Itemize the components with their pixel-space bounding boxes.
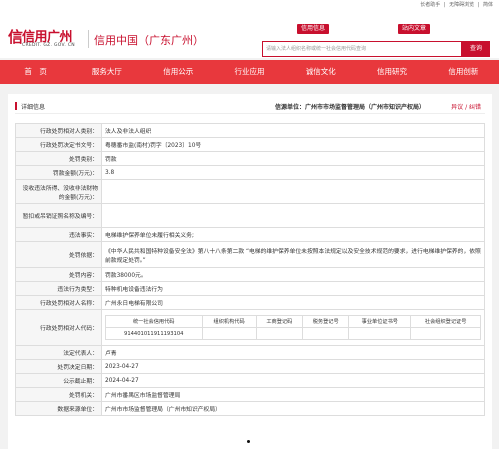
table-row: 法定代表人： 卢青	[15, 345, 485, 360]
codes-header: 工商登记码	[255, 315, 304, 328]
table-row: 违法行为类型： 特种机电设备违法行为	[15, 281, 485, 296]
table-row: 处罚机关： 广州市番禺区市场监督管理局	[15, 387, 485, 402]
field-value: 2024-04-27	[101, 373, 485, 388]
field-label: 处罚类别：	[15, 151, 102, 166]
table-row: 行政处罚决定书文号： 粤穗番市监(南村)罚字〔2023〕10号	[15, 137, 485, 152]
field-label: 处罚内容：	[15, 267, 102, 282]
top-link-separator: |	[443, 2, 446, 8]
table-row: 公示截止期： 2024-04-27	[15, 373, 485, 388]
nav-item-home[interactable]: 首 页	[0, 60, 71, 84]
codes-value	[301, 327, 350, 340]
field-label: 行政处罚相对人代码：	[15, 309, 102, 346]
codes-value	[410, 327, 481, 340]
codes-value	[201, 327, 257, 340]
main-nav: 首 页 服务大厅 信用公示 行业应用 诚信文化 信用研究 信用创新	[0, 60, 499, 84]
table-row: 违法事实： 电梯维护保养单位未履行相关义务;	[15, 227, 485, 242]
codes-value	[348, 327, 412, 340]
table-row: 行政处罚相对人代码： 统一社会信用代码 组织机构代码 工商登记码 税务登记号 事…	[15, 309, 485, 346]
field-label: 处罚决定日期：	[15, 359, 102, 374]
field-value: 特种机电设备违法行为	[101, 281, 485, 296]
field-value	[101, 203, 485, 228]
nav-item-industry-apps[interactable]: 行业应用	[214, 60, 285, 84]
field-value: 广州市番禺区市场监督管理局	[101, 387, 485, 402]
site-header: 信 信用广州 CREDIT. GZ. GOV. CN 信用中国（广东广州） 信用…	[0, 10, 499, 58]
top-links: 长者助手 | 无障碍浏览 | 简体	[418, 1, 493, 8]
codes-cell: 统一社会信用代码 组织机构代码 工商登记码 税务登记号 事业单位证书号 社会组织…	[101, 309, 485, 346]
codes-header: 事业单位证书号	[348, 315, 412, 328]
field-label: 法定代表人：	[15, 345, 102, 360]
field-value	[101, 179, 485, 204]
field-label: 行政处罚相对人名称：	[15, 295, 102, 310]
codes-header-row: 统一社会信用代码 组织机构代码 工商登记码 税务登记号 事业单位证书号 社会组织…	[105, 315, 481, 328]
field-label: 处罚依据：	[15, 241, 102, 268]
table-row: 数据来源单位： 广州市市场监督管理局（广州市知识产权局）	[15, 401, 485, 416]
logo-domain: CREDIT. GZ. GOV. CN	[22, 43, 75, 48]
nav-item-credit-disclosure[interactable]: 信用公示	[143, 60, 214, 84]
field-value: 广州市市场监督管理局（广州市知识产权局）	[101, 401, 485, 416]
logo-divider	[88, 30, 89, 48]
codes-header: 税务登记号	[301, 315, 350, 328]
codes-table: 统一社会信用代码 组织机构代码 工商登记码 税务登记号 事业单位证书号 社会组织…	[105, 315, 481, 340]
table-row: 处罚决定日期： 2023-04-27	[15, 359, 485, 374]
field-label: 行政处罚相对人类别：	[15, 123, 102, 138]
field-value: 卢青	[101, 345, 485, 360]
top-link-separator: |	[477, 2, 480, 8]
table-row: 处罚内容： 罚款38000元。	[15, 267, 485, 282]
field-label: 违法行为类型：	[15, 281, 102, 296]
field-value: 《中华人民共和国特种设备安全法》第八十八条第二款 “电梯的维护保养单位未按照本法…	[101, 241, 485, 268]
nav-item-credit-research[interactable]: 信用研究	[356, 60, 427, 84]
field-label: 暂扣或吊销证照名称及编号：	[15, 203, 102, 228]
nav-item-service-hall[interactable]: 服务大厅	[71, 60, 142, 84]
field-value: 法人及非法人组织	[101, 123, 485, 138]
simplified-chinese-link[interactable]: 简体	[483, 2, 493, 8]
field-label: 没收违法所得、没收非法财物的金额(万元)：	[15, 179, 102, 204]
field-label: 公示截止期：	[15, 373, 102, 388]
tab-site-articles[interactable]: 站内文章	[398, 24, 431, 34]
tab-credit-info[interactable]: 信用信息	[297, 24, 330, 34]
codes-header: 统一社会信用代码	[105, 315, 203, 328]
field-value: 罚款38000元。	[101, 267, 485, 282]
field-value: 罚款	[101, 151, 485, 166]
codes-header: 组织机构代码	[201, 315, 257, 328]
site-logo[interactable]: 信 信用广州 CREDIT. GZ. GOV. CN	[8, 26, 90, 58]
field-label: 罚款金额(万元)：	[15, 165, 102, 180]
site-name: 信用中国（广东广州）	[94, 34, 204, 47]
detail-panel: 详细信息 信源单位：广州市市场监督管理局（广州市知识产权局） 异议 / 纠错 行…	[8, 94, 492, 449]
codes-value-row: 914401011911193104	[105, 327, 481, 340]
field-label: 行政处罚决定书文号：	[15, 137, 102, 152]
title-accent-bar	[15, 102, 17, 110]
panel-title: 详细信息	[21, 104, 46, 111]
table-row: 行政处罚相对人名称： 广州永日电梯有限公司	[15, 295, 485, 310]
source-unit: 信源单位：广州市市场监督管理局（广州市知识产权局）	[274, 104, 425, 111]
field-label: 数据来源单位：	[15, 401, 102, 416]
nav-item-credit-innovation[interactable]: 信用创新	[428, 60, 499, 84]
table-row: 行政处罚相对人类别： 法人及非法人组织	[15, 123, 485, 138]
nav-item-integrity-culture[interactable]: 诚信文化	[285, 60, 356, 84]
objection-link[interactable]: 异议 / 纠错	[451, 102, 481, 111]
panel-header: 详细信息 信源单位：广州市市场监督管理局（广州市知识产权局） 异议 / 纠错	[15, 98, 485, 114]
field-value: 2023-04-27	[101, 359, 485, 374]
elder-assistant-link[interactable]: 长者助手	[420, 2, 440, 8]
top-bar: 长者助手 | 无障碍浏览 | 简体	[0, 0, 499, 10]
field-label: 处罚机关：	[15, 387, 102, 402]
table-row: 罚款金额(万元)： 3.8	[15, 165, 485, 180]
codes-value	[255, 327, 304, 340]
table-row: 处罚依据： 《中华人民共和国特种设备安全法》第八十八条第二款 “电梯的维护保养单…	[15, 241, 485, 268]
table-row: 处罚类别： 罚款	[15, 151, 485, 166]
table-row: 暂扣或吊销证照名称及编号：	[15, 203, 485, 228]
search-button[interactable]: 查询	[462, 41, 490, 57]
table-row: 没收违法所得、没收非法财物的金额(万元)：	[15, 179, 485, 204]
search-input[interactable]: 请输入法人组织名称或统一社会信用代码查询	[262, 41, 462, 57]
codes-value: 914401011911193104	[105, 327, 203, 340]
codes-header: 社会组织登记证号	[410, 315, 481, 328]
field-value: 3.8	[101, 165, 485, 180]
field-value: 广州永日电梯有限公司	[101, 295, 485, 310]
field-label: 违法事实：	[15, 227, 102, 242]
field-value: 电梯维护保养单位未履行相关义务;	[101, 227, 485, 242]
detail-table: 行政处罚相对人类别： 法人及非法人组织 行政处罚决定书文号： 粤穗番市监(南村)…	[15, 123, 485, 416]
cursor-dot	[247, 440, 250, 443]
accessibility-link[interactable]: 无障碍浏览	[449, 2, 474, 8]
field-value: 粤穗番市监(南村)罚字〔2023〕10号	[101, 137, 485, 152]
